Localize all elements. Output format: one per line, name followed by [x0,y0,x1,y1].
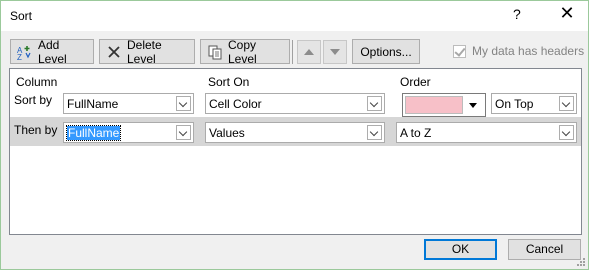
move-down-button[interactable] [323,40,347,64]
chevron-down-icon[interactable] [367,125,382,140]
move-down-icon [330,49,340,55]
then-by-sort-on-value: Values [209,126,245,140]
has-headers-label: My data has headers [472,44,585,58]
sort-dialog: Sort ? ✕ A Z Add Level Delete Level Copy… [0,0,589,270]
then-by-label: Then by [14,123,58,137]
color-dropdown-icon[interactable] [469,103,477,108]
then-by-order-select[interactable]: A to Z [396,122,577,143]
sort-by-column-select[interactable]: FullName [63,93,194,114]
help-button[interactable]: ? [513,6,521,22]
order-header: Order [400,75,431,89]
sort-by-color-picker[interactable] [402,93,486,117]
add-level-button[interactable]: A Z Add Level [10,37,94,66]
add-level-label: Add Level [38,37,67,66]
resize-grip-icon[interactable] [577,258,585,266]
chevron-down-icon[interactable] [559,125,574,140]
move-up-icon [304,49,314,55]
then-by-column-value: FullName [65,125,122,141]
then-by-order-value: A to Z [400,126,432,140]
options-button[interactable]: Options... [352,39,420,64]
sort-levels-grid: Column Sort On Order Sort by FullName Ce… [9,68,582,235]
sort-by-sort-on-select[interactable]: Cell Color [205,93,385,114]
delete-level-label: Delete Level [127,37,162,66]
has-headers-checkbox[interactable] [453,44,466,58]
sort-by-position-value: On Top [495,97,534,111]
dialog-title: Sort [10,9,33,23]
toolbar-separator [292,40,293,64]
color-swatch [405,96,463,114]
then-by-column-select[interactable]: FullName [63,122,194,143]
then-by-sort-on-select[interactable]: Values [205,122,385,143]
options-label: Options... [360,44,412,59]
chevron-down-icon[interactable] [176,96,191,111]
copy-icon [207,44,223,60]
sort-by-sort-on-value: Cell Color [209,97,262,111]
chevron-down-icon[interactable] [367,96,382,111]
sort-on-header: Sort On [208,75,250,89]
add-level-icon: A Z [17,44,33,62]
title-bar: Sort ? ✕ [1,1,588,31]
move-up-button[interactable] [297,40,321,64]
ok-button[interactable]: OK [424,239,497,260]
svg-text:Z: Z [17,53,22,60]
column-header: Column [16,75,58,89]
delete-level-button[interactable]: Delete Level [99,37,195,66]
copy-level-button[interactable]: Copy Level [200,37,290,66]
close-button[interactable]: ✕ [552,3,582,24]
has-headers-option[interactable]: My data has headers [453,44,584,58]
chevron-down-icon[interactable] [176,125,191,140]
copy-level-label: Copy Level [228,37,257,66]
cancel-button[interactable]: Cancel [508,239,581,260]
sort-by-label: Sort by [14,93,53,107]
sort-by-position-select[interactable]: On Top [491,93,577,114]
chevron-down-icon[interactable] [559,96,574,111]
delete-icon [106,44,122,60]
sort-by-column-value: FullName [67,97,119,111]
